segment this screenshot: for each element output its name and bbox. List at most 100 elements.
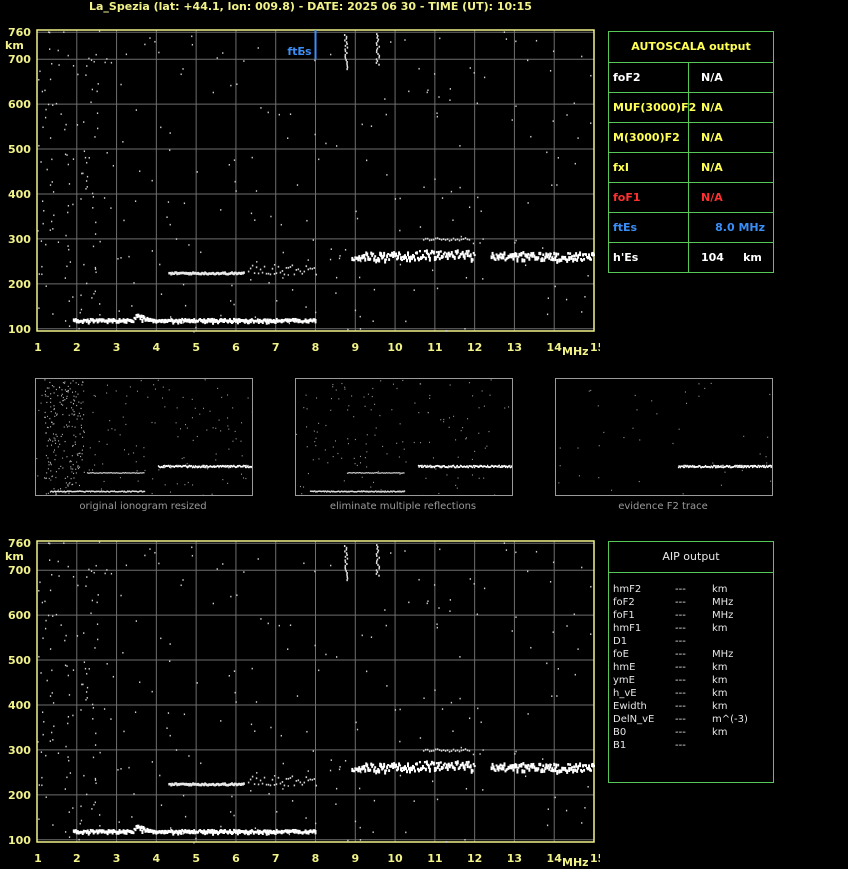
thumb-point — [363, 396, 365, 398]
thumb-point — [76, 418, 78, 420]
trace-point — [515, 763, 518, 769]
noise-point — [212, 91, 214, 94]
trace-point — [446, 767, 449, 772]
trace-point — [445, 252, 448, 257]
noise-point — [39, 581, 41, 584]
noise-point — [346, 557, 349, 560]
thumb-point — [303, 407, 305, 409]
noise-point — [346, 575, 349, 578]
noise-point — [94, 647, 96, 649]
noise-point — [378, 54, 381, 57]
thumb-point — [135, 461, 137, 463]
trace-point — [438, 238, 441, 240]
noise-point — [573, 102, 575, 105]
noise-point — [80, 819, 83, 822]
thumb-point — [196, 435, 198, 438]
thumb-point — [203, 407, 205, 409]
thumb-point — [47, 415, 49, 418]
trace-point — [369, 768, 372, 772]
aip-row: D1 --- — [609, 635, 773, 648]
trace-point — [299, 781, 302, 784]
thumb-point — [224, 466, 226, 468]
noise-point — [346, 571, 348, 574]
noise-point — [330, 564, 332, 567]
trace-point — [494, 258, 497, 261]
thumb-point — [64, 477, 66, 479]
trace-point — [432, 749, 435, 752]
trace-point — [281, 781, 284, 783]
thumb-point — [558, 482, 560, 484]
thumb-point — [70, 478, 72, 480]
trace-point — [572, 257, 575, 263]
trace-point — [437, 761, 440, 767]
noise-point — [131, 305, 133, 307]
noise-point — [72, 64, 75, 67]
trace-point — [444, 750, 447, 752]
noise-point — [222, 52, 224, 54]
trace-point — [140, 314, 143, 318]
noise-point — [584, 806, 586, 809]
noise-point — [354, 309, 357, 312]
noise-point — [505, 549, 508, 551]
thumb-point — [380, 489, 382, 491]
noise-point — [344, 555, 347, 558]
trace-point — [424, 237, 427, 240]
noise-point — [169, 643, 171, 645]
trace-point — [388, 769, 391, 772]
noise-point — [556, 695, 558, 697]
trace-point — [424, 256, 427, 261]
thumb-point — [60, 435, 62, 438]
noise-point — [378, 574, 380, 577]
thumb-point — [559, 447, 561, 449]
trace-point — [438, 768, 441, 772]
thumb-point — [759, 453, 761, 455]
trace-point — [413, 258, 416, 262]
trace-point — [522, 762, 525, 766]
noise-point — [66, 154, 68, 156]
thumb-point — [61, 393, 63, 395]
thumb-point — [682, 493, 684, 495]
trace-point — [380, 763, 383, 769]
trace-point — [141, 829, 144, 835]
trace-point — [463, 255, 466, 260]
noise-point — [88, 668, 90, 670]
thumb-point — [89, 447, 91, 449]
aip-unit: km — [712, 623, 728, 634]
trace-point — [285, 777, 288, 780]
noise-point — [60, 624, 62, 626]
x-tick-label: 11 — [427, 341, 442, 354]
thumb-point — [53, 392, 55, 394]
trace-point — [547, 764, 550, 768]
thumb-point — [54, 459, 56, 461]
noise-point — [94, 268, 97, 270]
noise-point — [477, 707, 479, 710]
trace-point — [271, 267, 274, 270]
thumb-point — [721, 466, 723, 469]
noise-point — [72, 296, 74, 298]
noise-point — [476, 613, 478, 616]
thumb-point — [192, 439, 194, 442]
trace-point — [494, 769, 497, 772]
trace-point — [539, 762, 542, 767]
noise-point — [86, 161, 88, 164]
thumb-point — [133, 452, 135, 454]
trace-point — [263, 265, 266, 268]
noise-point — [344, 559, 346, 562]
thumb-point — [766, 462, 768, 464]
thumb-point — [332, 386, 334, 388]
thumb-point — [76, 461, 78, 463]
noise-point — [376, 33, 378, 36]
noise-point — [85, 691, 88, 693]
thumb-point — [420, 442, 422, 444]
aip-row: foE --- MHz — [609, 648, 773, 661]
trace-point — [450, 251, 453, 255]
noise-point — [86, 686, 89, 689]
trace-point — [295, 780, 298, 782]
thumb-point — [639, 439, 641, 441]
noise-point — [282, 788, 284, 790]
trace-point — [527, 252, 530, 256]
noise-point — [254, 316, 257, 318]
autoscala-title: AUTOSCALA output — [609, 32, 773, 63]
noise-point — [96, 601, 98, 604]
trace-point — [417, 768, 420, 773]
